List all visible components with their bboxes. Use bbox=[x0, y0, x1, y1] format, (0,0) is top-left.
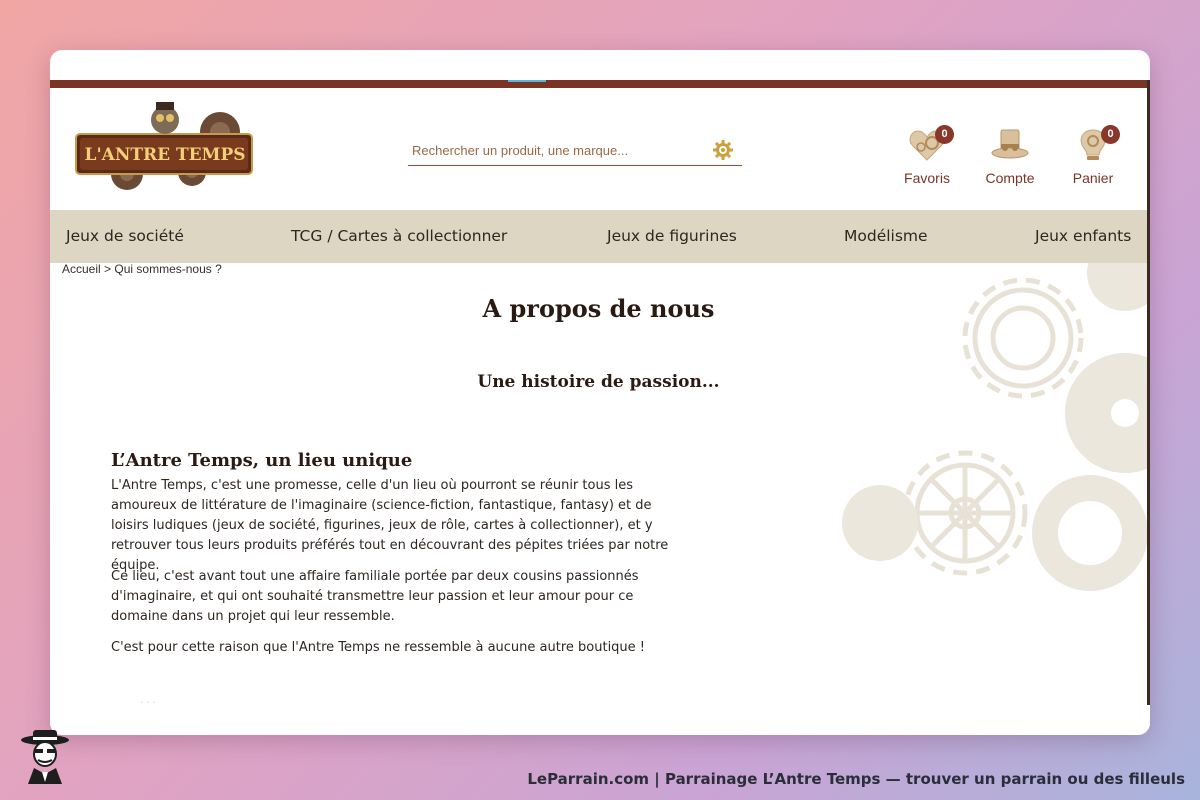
nav-item-miniatures[interactable]: Jeux de figurines bbox=[607, 210, 737, 263]
breadcrumb: Accueil > Qui sommes-nous ? bbox=[62, 262, 222, 276]
top-accent-bar bbox=[50, 80, 1150, 88]
main-nav: Jeux de société TCG / Cartes à collectio… bbox=[50, 210, 1147, 263]
favorites-label: Favoris bbox=[904, 170, 950, 186]
page-title: A propos de nous bbox=[482, 294, 715, 323]
logo-text: L'ANTRE TEMPS bbox=[84, 145, 245, 165]
nav-item-tcg[interactable]: TCG / Cartes à collectionner bbox=[291, 210, 507, 263]
favorites-button[interactable]: 0 Favoris bbox=[892, 125, 962, 190]
faded-text-fragment: · · · bbox=[140, 698, 156, 709]
breadcrumb-separator: > bbox=[104, 262, 112, 276]
breadcrumb-current: Qui sommes-nous ? bbox=[114, 262, 222, 276]
top-hat-icon bbox=[991, 129, 1029, 159]
right-edge-bar bbox=[1147, 80, 1150, 705]
search-input[interactable] bbox=[412, 138, 702, 162]
leparrain-mascot-icon bbox=[18, 728, 72, 784]
section-title: L’Antre Temps, un lieu unique bbox=[111, 450, 413, 471]
browser-window: L'ANTRE TEMPS Rechercher un produit, une… bbox=[50, 50, 1150, 735]
account-button[interactable]: Compte bbox=[975, 128, 1045, 190]
cart-count-badge: 0 bbox=[1101, 125, 1120, 144]
search-gear-icon[interactable] bbox=[712, 139, 734, 161]
nav-item-kids-games[interactable]: Jeux enfants bbox=[1035, 210, 1131, 263]
breadcrumb-home[interactable]: Accueil bbox=[62, 262, 101, 276]
nav-item-model-making[interactable]: Modélisme bbox=[844, 210, 928, 263]
site-logo[interactable]: L'ANTRE TEMPS bbox=[72, 102, 258, 194]
top-accent-highlight bbox=[508, 80, 546, 82]
footer-caption: LeParrain.com | Parrainage L’Antre Temps… bbox=[527, 770, 1185, 788]
account-label: Compte bbox=[985, 170, 1035, 186]
paragraph-intro: L'Antre Temps, c'est une promesse, celle… bbox=[111, 478, 669, 573]
paragraph-family: Ce lieu, c'est avant tout une affaire fa… bbox=[111, 569, 639, 624]
page-subtitle: Une histoire de passion... bbox=[477, 372, 720, 392]
cart-label: Panier bbox=[1072, 170, 1114, 186]
nav-item-board-games[interactable]: Jeux de société bbox=[66, 210, 184, 263]
favorites-count-badge: 0 bbox=[935, 125, 954, 144]
search-bar bbox=[408, 136, 742, 166]
cart-button[interactable]: 0 Panier bbox=[1058, 125, 1128, 190]
paragraph-unique: C'est pour cette raison que l'Antre Temp… bbox=[111, 640, 646, 655]
